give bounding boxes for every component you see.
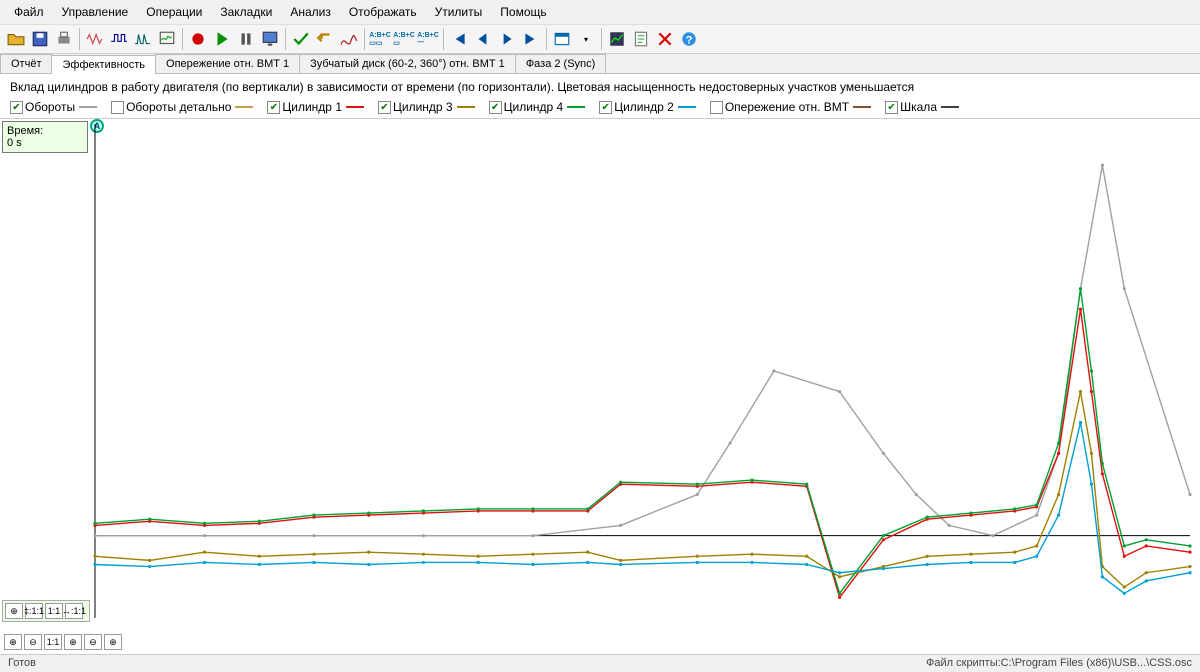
check-icon[interactable] — [289, 27, 313, 51]
legend-item-3[interactable]: ✔Цилиндр 3 — [378, 100, 475, 114]
monitor-icon[interactable] — [258, 27, 282, 51]
pause-icon[interactable] — [234, 27, 258, 51]
zoom-v-11[interactable]: ‡:1:1 — [25, 603, 43, 619]
legend-swatch — [678, 106, 696, 108]
zoom-h-11[interactable]: 1:1 — [45, 603, 63, 619]
report-icon[interactable] — [629, 27, 653, 51]
legend-checkbox-icon[interactable] — [111, 101, 124, 114]
tab-bar: Отчёт Эффективность Опережение отн. ВМТ … — [0, 54, 1200, 74]
abc1-icon[interactable]: A:B+C▭▭ — [368, 27, 392, 51]
menu-operations[interactable]: Операции — [138, 2, 210, 22]
legend-checkbox-icon[interactable] — [710, 101, 723, 114]
nav-first-icon[interactable] — [447, 27, 471, 51]
legend-swatch — [457, 106, 475, 108]
abc2-icon[interactable]: A:B+C▭ — [392, 27, 416, 51]
zoom-bottom-row: ⊕ ⊖ 1:1 ⊕ ⊖ ⊕ — [2, 632, 124, 652]
time-value: 0 s — [7, 137, 83, 149]
menu-control[interactable]: Управление — [54, 2, 137, 22]
legend-swatch — [235, 106, 253, 108]
menu-analysis[interactable]: Анализ — [282, 2, 339, 22]
legend-checkbox-icon[interactable]: ✔ — [378, 101, 391, 114]
legend-checkbox-icon[interactable]: ✔ — [885, 101, 898, 114]
open-icon[interactable] — [4, 27, 28, 51]
scope-icon[interactable] — [155, 27, 179, 51]
legend-swatch — [567, 106, 585, 108]
graph-icon[interactable] — [605, 27, 629, 51]
legend-item-4[interactable]: ✔Цилиндр 4 — [489, 100, 586, 114]
chart-area: Время: 0 s A ⊕ ‡:1:1 1:1 ↔:1:1 — [0, 118, 1200, 628]
legend-item-2[interactable]: ✔Цилиндр 1 — [267, 100, 364, 114]
signal-icon[interactable] — [131, 27, 155, 51]
window-icon[interactable] — [550, 27, 574, 51]
pulse-icon[interactable] — [107, 27, 131, 51]
legend-item-0[interactable]: ✔Обороты — [10, 100, 97, 114]
menu-file[interactable]: Файл — [6, 2, 52, 22]
menu-utilities[interactable]: Утилиты — [427, 2, 491, 22]
menu-bookmarks[interactable]: Закладки — [212, 2, 280, 22]
abc3-icon[interactable]: A:B+C— — [416, 27, 440, 51]
help-icon[interactable]: ? — [677, 27, 701, 51]
zoom-panel: ⊕ ‡:1:1 1:1 ↔:1:1 — [2, 600, 90, 622]
zoom-out2-icon[interactable]: ⊖ — [84, 634, 102, 650]
legend-label: Цилиндр 4 — [504, 100, 564, 114]
menu-bar: Файл Управление Операции Закладки Анализ… — [0, 0, 1200, 25]
legend-swatch — [346, 106, 364, 108]
legend-checkbox-icon[interactable]: ✔ — [489, 101, 502, 114]
legend-checkbox-icon[interactable]: ✔ — [599, 101, 612, 114]
tab-phase2[interactable]: Фаза 2 (Sync) — [515, 54, 607, 73]
legend-swatch — [941, 106, 959, 108]
status-left: Готов — [8, 657, 36, 670]
tab-report[interactable]: Отчёт — [0, 54, 52, 73]
legend-checkbox-icon[interactable]: ✔ — [10, 101, 23, 114]
menu-display[interactable]: Отображать — [341, 2, 425, 22]
status-bar: Готов Файл скрипты:C:\Program Files (x86… — [0, 654, 1200, 672]
legend-item-1[interactable]: Обороты детально — [111, 100, 253, 114]
plot-canvas[interactable] — [0, 119, 1200, 628]
zoom-reset-icon[interactable]: 1:1 — [44, 634, 62, 650]
nav-last-icon[interactable] — [519, 27, 543, 51]
legend-swatch — [79, 106, 97, 108]
play-icon[interactable] — [210, 27, 234, 51]
legend-label: Цилиндр 3 — [393, 100, 453, 114]
zoom-in3-icon[interactable]: ⊕ — [104, 634, 122, 650]
delete-icon[interactable] — [653, 27, 677, 51]
waveform1-icon[interactable] — [83, 27, 107, 51]
legend-item-7[interactable]: ✔Шкала — [885, 100, 959, 114]
time-label: Время: — [7, 125, 83, 137]
nav-prev-icon[interactable] — [471, 27, 495, 51]
legend-item-6[interactable]: Опережение отн. ВМТ — [710, 100, 871, 114]
zoom-out-icon[interactable]: ⊖ — [24, 634, 42, 650]
legend-item-5[interactable]: ✔Цилиндр 2 — [599, 100, 696, 114]
legend-label: Шкала — [900, 100, 937, 114]
tab-efficiency[interactable]: Эффективность — [51, 55, 156, 74]
nav-next-icon[interactable] — [495, 27, 519, 51]
zoom-in2-icon[interactable]: ⊕ — [64, 634, 82, 650]
print-icon[interactable] — [52, 27, 76, 51]
legend-bar: ✔ОборотыОбороты детально✔Цилиндр 1✔Цилин… — [0, 98, 1200, 118]
legend-label: Опережение отн. ВМТ — [725, 100, 849, 114]
legend-label: Цилиндр 1 — [282, 100, 342, 114]
description-text: Вклад цилиндров в работу двигателя (по в… — [0, 74, 1200, 98]
zoom-v-plus[interactable]: ⊕ — [5, 603, 23, 619]
legend-swatch — [853, 106, 871, 108]
tab-advance-1[interactable]: Опережение отн. ВМТ 1 — [155, 54, 300, 73]
legend-label: Обороты детально — [126, 100, 231, 114]
record-icon[interactable] — [186, 27, 210, 51]
save-icon[interactable] — [28, 27, 52, 51]
status-right: Файл скрипты:C:\Program Files (x86)\USB.… — [926, 657, 1192, 670]
zoom-in-icon[interactable]: ⊕ — [4, 634, 22, 650]
svg-text:?: ? — [686, 35, 693, 47]
legend-label: Обороты — [25, 100, 75, 114]
revert-icon[interactable] — [313, 27, 337, 51]
tab-tooth-disc[interactable]: Зубчатый диск (60-2, 360°) отн. ВМТ 1 — [299, 54, 516, 73]
zoom-hh-11[interactable]: ↔:1:1 — [65, 603, 83, 619]
legend-label: Цилиндр 2 — [614, 100, 674, 114]
legend-checkbox-icon[interactable]: ✔ — [267, 101, 280, 114]
time-cursor-box: Время: 0 s — [2, 121, 88, 153]
toolbar: A:B+C▭▭ A:B+C▭ A:B+C— ▾ ? — [0, 25, 1200, 54]
dropdown-icon[interactable]: ▾ — [574, 27, 598, 51]
menu-help[interactable]: Помощь — [492, 2, 554, 22]
curve-icon[interactable] — [337, 27, 361, 51]
